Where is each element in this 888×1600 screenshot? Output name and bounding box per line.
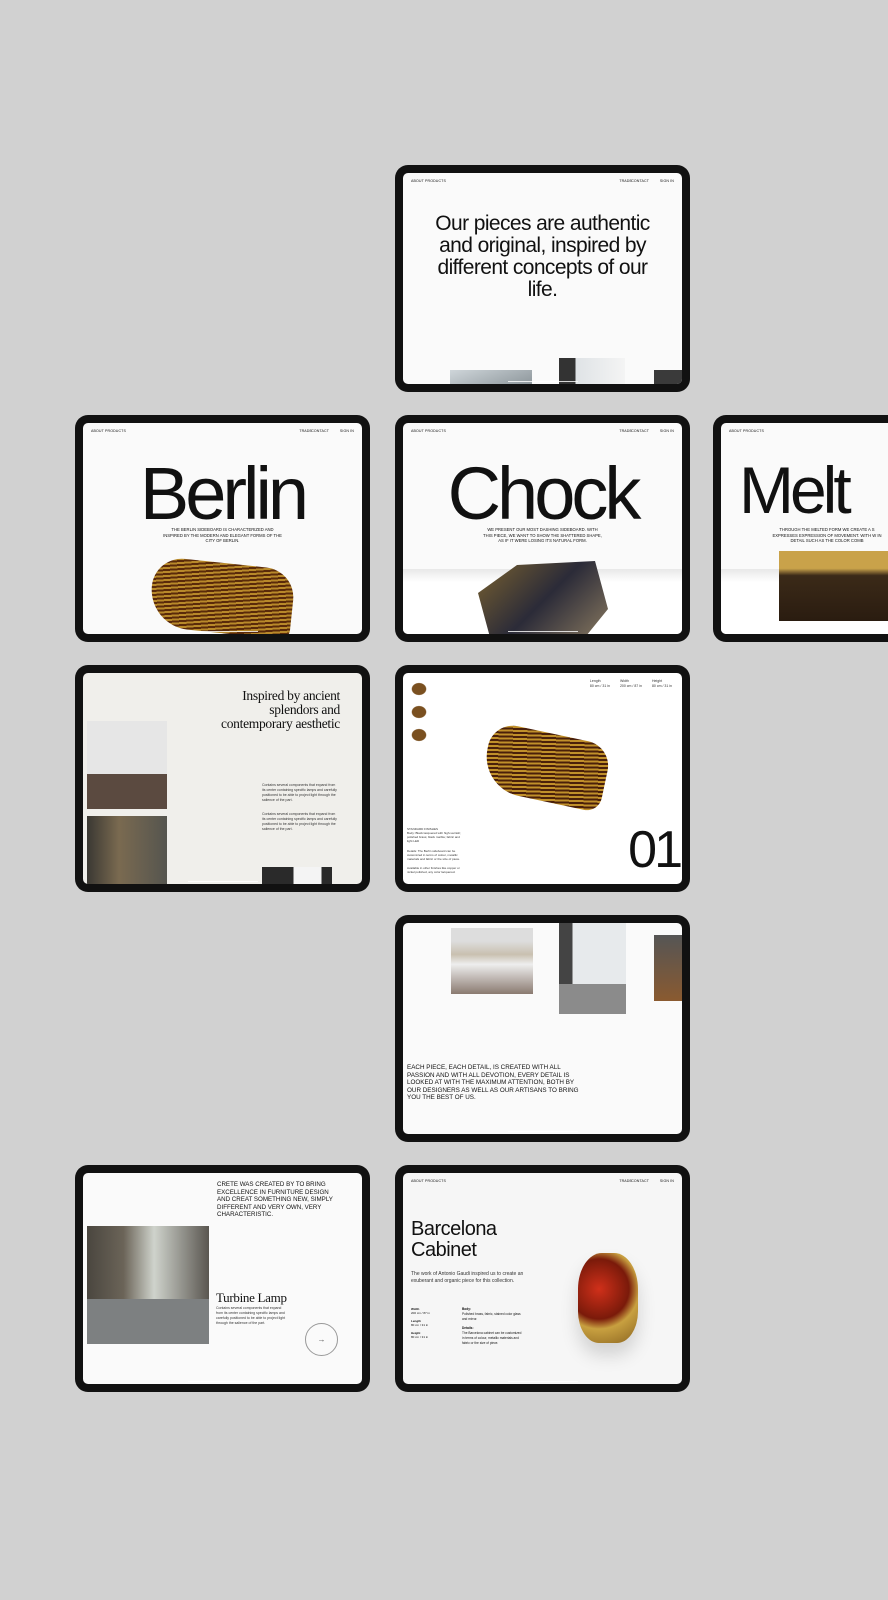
melt-sideboard-image xyxy=(779,551,888,621)
product-title: Berlin xyxy=(139,452,309,535)
thumbnail[interactable] xyxy=(407,702,431,722)
sofa-room-image xyxy=(559,923,626,1014)
spec-value: 80 cm / 31 in xyxy=(651,684,672,688)
tablet-gallery: EACH PIECE, EACH DETAIL, IS CREATED WITH… xyxy=(395,915,690,1142)
nav-trade[interactable]: TRADE xyxy=(619,179,632,183)
nav-contact[interactable]: CONTACT xyxy=(631,429,649,433)
top-nav: ABOUT PRODUCTS TRADE CONTACT SIGN IN xyxy=(411,429,674,435)
intro-headline: Our pieces are authentic and original, i… xyxy=(435,212,650,301)
nav-contact[interactable]: CONTACT xyxy=(631,179,649,183)
home-indicator xyxy=(187,1381,258,1382)
finishes-text: Body: Black lacquered with high-varnish;… xyxy=(407,831,462,843)
nav-products[interactable]: PRODUCTS xyxy=(425,1179,446,1183)
nav-about[interactable]: ABOUT xyxy=(91,429,104,433)
product-title: Barcelona Cabinet xyxy=(411,1218,497,1261)
available-text: Available in other finishes like copper … xyxy=(407,866,460,874)
body-details: Body: Polished brass, fabric, stained co… xyxy=(462,1307,522,1346)
top-nav: ABOUT PRODUCTS TRADE CONTACT SIGN IN xyxy=(411,179,674,185)
nav-products[interactable]: PRODUCTS xyxy=(425,429,446,433)
nav-signin[interactable]: SIGN IN xyxy=(660,1179,674,1183)
nav-signin[interactable]: SIGN IN xyxy=(660,179,674,183)
finishes: STANDARD FINISHES Body: Black lacquered … xyxy=(407,827,462,874)
spec-value: 80 cm / 31 in xyxy=(589,684,610,688)
top-nav: ABOUT PRODUCTS TRADE CONTACT SIGN IN xyxy=(411,1179,674,1185)
thumbnail[interactable] xyxy=(407,679,431,699)
product-title: Chock xyxy=(447,452,642,535)
nav-trade[interactable]: TRADE xyxy=(299,429,312,433)
gallery-image xyxy=(654,370,682,384)
details-text: The Barcelona cabinet can be customized … xyxy=(462,1331,522,1345)
nav-signin[interactable]: SIGN IN xyxy=(660,429,674,433)
nav-contact[interactable]: CONTACT xyxy=(631,1179,649,1183)
body-label: Body: xyxy=(462,1307,472,1311)
nav-trade[interactable]: TRADE xyxy=(619,429,632,433)
top-nav: ABOUT PRODUCTS xyxy=(729,429,880,435)
nav-signin[interactable]: SIGN IN xyxy=(340,429,354,433)
paragraph: Contains several components that expand … xyxy=(262,812,337,831)
living-room-image xyxy=(451,928,533,994)
tablet-berlin: ABOUT PRODUCTS TRADE CONTACT SIGN IN Ber… xyxy=(75,415,370,642)
detail-image xyxy=(262,867,332,884)
paragraph: Contains several components that expand … xyxy=(262,783,337,802)
tablet-intro: ABOUT PRODUCTS TRADE CONTACT SIGN IN Our… xyxy=(395,165,690,392)
nav-products[interactable]: PRODUCTS xyxy=(743,429,764,433)
tablet-melt: ABOUT PRODUCTS Melt THROUGH THE MELTED F… xyxy=(713,415,888,642)
spec-list: Width 200 cm / 87 in Length 80 cm / 31 in … xyxy=(411,1307,451,1339)
spec-value: 80 cm / 31 in xyxy=(411,1335,429,1339)
barcelona-cabinet-image xyxy=(578,1253,638,1343)
turbine-lamp-room-image xyxy=(87,1226,209,1344)
home-indicator xyxy=(187,881,258,882)
home-indicator xyxy=(187,631,258,632)
body-text: Polished brass, fabric, stained color gl… xyxy=(462,1312,521,1321)
spec-list: Length 80 cm / 31 in Width 200 cm / 87 in … xyxy=(590,679,672,689)
gallery-statement: EACH PIECE, EACH DETAIL, IS CREATED WITH… xyxy=(407,1064,579,1102)
thumbnail[interactable] xyxy=(407,725,431,745)
spec-value: 80 cm / 31 in xyxy=(411,1323,429,1327)
next-button[interactable]: → xyxy=(305,1323,338,1356)
tablet-chock: ABOUT PRODUCTS TRADE CONTACT SIGN IN Cho… xyxy=(395,415,690,642)
tablet-barcelona: ABOUT PRODUCTS TRADE CONTACT SIGN IN Bar… xyxy=(395,1165,690,1392)
home-indicator xyxy=(507,381,578,382)
product-description: THROUGH THE MELTED FORM WE CREATE A S EX… xyxy=(772,527,882,543)
tablet-inspired: Inspired by ancient splendors and contem… xyxy=(75,665,370,892)
product-description: The work of Antonio Gaudi inspired us to… xyxy=(411,1271,524,1284)
spec-value: 200 cm / 87 in xyxy=(619,684,642,688)
home-indicator xyxy=(507,631,578,632)
console-mirror-image xyxy=(87,721,167,809)
nav-about[interactable]: ABOUT xyxy=(411,429,424,433)
arrow-right-icon: → xyxy=(317,1335,326,1344)
tablet-turbine: CRETE WAS CREATED BY TO BRING EXCELLENCE… xyxy=(75,1165,370,1392)
details-text: Details: The Berlin sideboard can be cus… xyxy=(407,849,461,861)
top-nav: ABOUT PRODUCTS TRADE CONTACT SIGN IN xyxy=(91,429,354,435)
product-description: WE PRESENT OUR MOST DASHING SIDEBOARD. W… xyxy=(483,527,602,543)
tablet-product-detail: Length 80 cm / 31 in Width 200 cm / 87 in … xyxy=(395,665,690,892)
home-indicator xyxy=(507,1131,578,1132)
inspired-headline: Inspired by ancient splendors and contem… xyxy=(221,688,340,731)
nav-products[interactable]: PRODUCTS xyxy=(105,429,126,433)
turbine-intro: CRETE WAS CREATED BY TO BRING EXCELLENCE… xyxy=(217,1181,333,1219)
nav-contact[interactable]: CONTACT xyxy=(311,429,329,433)
home-indicator xyxy=(507,881,578,882)
turbine-description: Contains several components that expand … xyxy=(216,1306,286,1325)
nav-about[interactable]: ABOUT xyxy=(729,429,742,433)
nav-about[interactable]: ABOUT xyxy=(411,1179,424,1183)
nav-trade[interactable]: TRADE xyxy=(619,1179,632,1183)
product-title: Melt xyxy=(739,453,852,527)
nav-products[interactable]: PRODUCTS xyxy=(425,179,446,183)
product-number: 01 xyxy=(628,821,682,879)
turbine-title: Turbine Lamp xyxy=(216,1290,287,1305)
spec-value: 200 cm / 87 in xyxy=(411,1311,430,1315)
berlin-sideboard-image xyxy=(147,555,297,634)
berlin-sideboard-image xyxy=(479,721,613,813)
wardrobe-image xyxy=(87,816,167,884)
sculpture-image xyxy=(654,935,682,1001)
home-indicator xyxy=(507,1381,578,1382)
nav-about[interactable]: ABOUT xyxy=(411,179,424,183)
product-description: THE BERLIN SIDEBOARD IS CHARACTERIZED AN… xyxy=(163,527,282,543)
